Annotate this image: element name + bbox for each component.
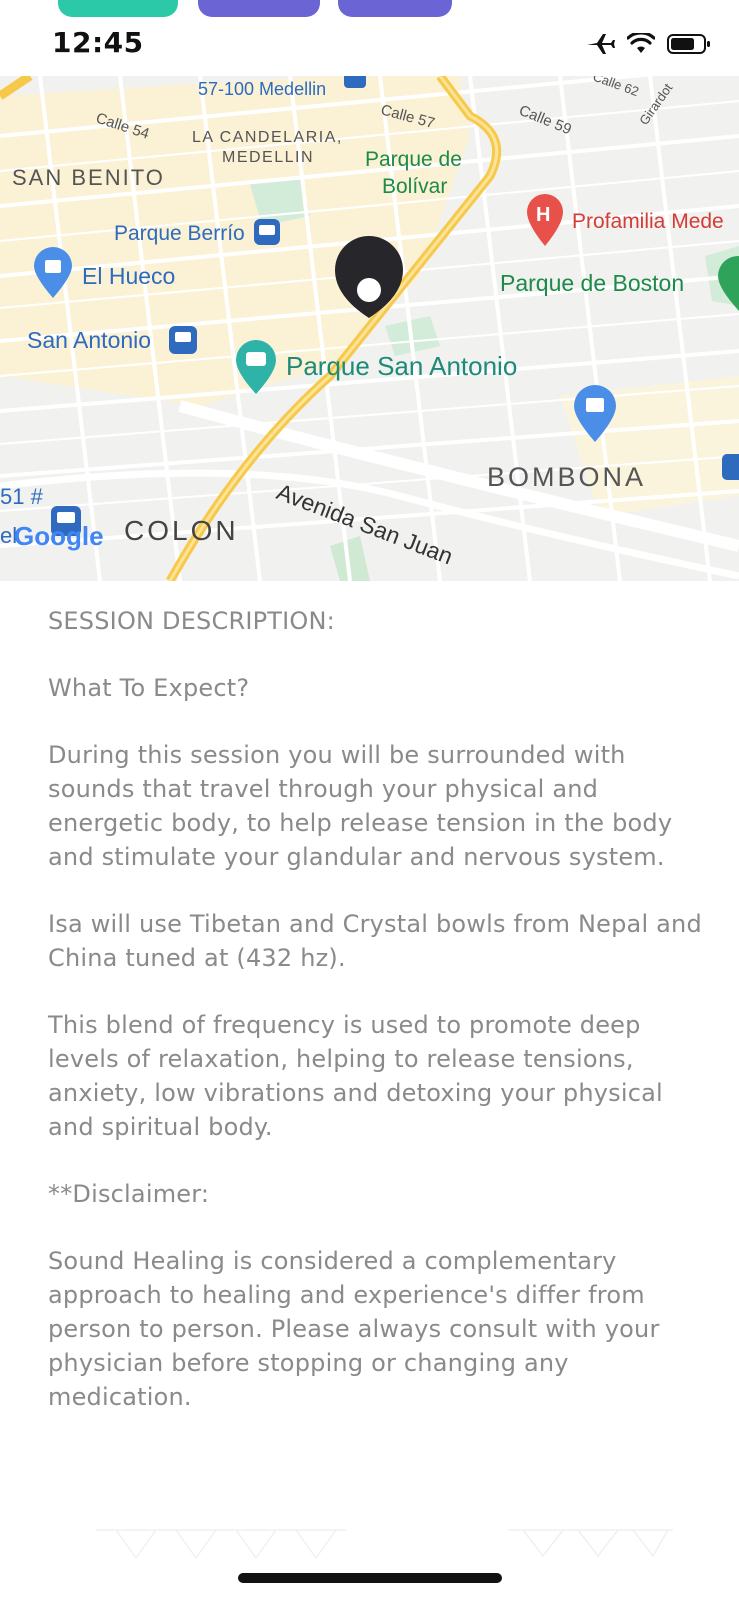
- map-label-san-antonio: San Antonio: [27, 327, 151, 353]
- map-label-san-benito: SAN BENITO: [12, 165, 165, 190]
- description-paragraph-1: During this session you will be surround…: [48, 741, 673, 871]
- map-label-parque-bolivar-1: Parque de: [365, 148, 462, 171]
- disclaimer-text: Sound Healing is considered a complement…: [48, 1247, 660, 1411]
- map-label-colon: COLON: [124, 515, 239, 546]
- map-label-parque-bolivar-2: Bolívar: [382, 175, 447, 198]
- battery-icon: [667, 34, 710, 54]
- decorative-pattern-left: [96, 1529, 346, 1560]
- map-label-bombona: BOMBONA: [487, 462, 646, 492]
- description-subheading: What To Expect?: [48, 674, 250, 702]
- map-label-parque-berrio: Parque Berrío: [114, 222, 245, 245]
- map-view[interactable]: 57-100 Medellin Calle 54 Calle 57 Calle …: [0, 76, 739, 581]
- map-label-transit-top: 57-100 Medellin: [198, 79, 326, 99]
- map-label-candelaria-1: LA CANDELARIA,: [192, 129, 343, 146]
- map-label-profamilia: Profamilia Mede: [572, 210, 724, 233]
- description-paragraph-3: This blend of frequency is used to promo…: [48, 1011, 663, 1141]
- svg-text:H: H: [536, 204, 550, 226]
- transit-icon: [344, 76, 366, 88]
- transit-icon: [254, 219, 280, 245]
- tab-pill-purple-2[interactable]: [338, 0, 452, 17]
- airplane-icon: [587, 34, 615, 54]
- map-label-edge-51: 51 #: [0, 484, 44, 509]
- tab-pill-green[interactable]: [58, 0, 178, 17]
- description-heading: SESSION DESCRIPTION:: [48, 607, 335, 635]
- transit-icon: [169, 326, 197, 354]
- status-bar: 12:45: [0, 0, 739, 76]
- tab-pill-purple-1[interactable]: [198, 0, 320, 17]
- map-label-parque-san-antonio: Parque San Antonio: [286, 351, 517, 381]
- home-indicator[interactable]: [238, 1573, 502, 1583]
- map-label-candelaria-2: MEDELLIN: [222, 149, 314, 166]
- description-paragraph-2: Isa will use Tibetan and Crystal bowls f…: [48, 910, 702, 972]
- disclaimer-label: **Disclaimer:: [48, 1180, 210, 1208]
- google-logo: Google: [14, 521, 104, 551]
- map-label-el-hueco: El Hueco: [82, 263, 175, 289]
- wifi-icon: [627, 33, 655, 53]
- decorative-pattern-right: [508, 1529, 673, 1558]
- session-description: SESSION DESCRIPTION: What To Expect? Dur…: [48, 604, 708, 1447]
- map-label-parque-boston: Parque de Boston: [500, 270, 684, 296]
- transit-icon: [722, 454, 739, 480]
- status-time: 12:45: [52, 26, 144, 59]
